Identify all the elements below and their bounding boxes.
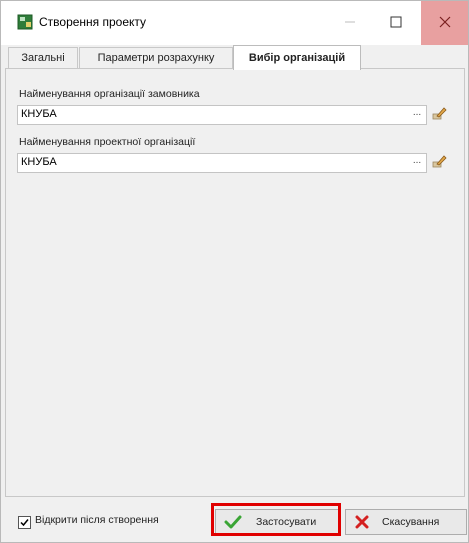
tab-organizations[interactable]: Вибір організацій: [233, 45, 361, 70]
tab-label: Загальні: [21, 52, 65, 64]
highlight-frame: [211, 503, 341, 536]
tab-calculation-params[interactable]: Параметри розрахунку: [79, 47, 233, 68]
close-icon: [439, 16, 451, 31]
app-icon: [17, 14, 33, 30]
cancel-button-label: Скасування: [382, 516, 440, 528]
minimize-button[interactable]: [327, 1, 373, 45]
dialog-window: Створення проекту Загальні Параметри роз…: [0, 0, 469, 543]
customer-org-ellipsis-button[interactable]: ...: [410, 107, 424, 121]
design-org-label: Найменування проектної організації: [19, 136, 196, 148]
tab-strip: Загальні Параметри розрахунку Вибір орга…: [5, 45, 465, 70]
customer-org-value: КНУБА: [21, 108, 57, 120]
cross-icon: [354, 515, 370, 529]
tab-panel: [5, 68, 465, 497]
open-after-checkbox[interactable]: [18, 516, 31, 529]
maximize-icon: [390, 16, 402, 31]
design-org-ellipsis-button[interactable]: ...: [410, 155, 424, 169]
cancel-button[interactable]: Скасування: [345, 509, 467, 535]
checkmark-icon: [19, 517, 30, 528]
customer-org-field[interactable]: КНУБА ...: [17, 105, 427, 125]
customer-org-pick-button[interactable]: [429, 104, 449, 124]
customer-org-label: Найменування організації замовника: [19, 88, 200, 100]
pencil-icon: [431, 153, 447, 172]
close-button[interactable]: [421, 1, 468, 45]
title-bar: Створення проекту: [1, 1, 468, 45]
tab-general[interactable]: Загальні: [8, 47, 78, 68]
tab-label: Параметри розрахунку: [97, 52, 215, 64]
design-org-value: КНУБА: [21, 156, 57, 168]
minimize-icon: [344, 16, 356, 31]
pencil-icon: [431, 105, 447, 124]
open-after-label: Відкрити після створення: [35, 514, 159, 526]
design-org-pick-button[interactable]: [429, 152, 449, 172]
design-org-field[interactable]: КНУБА ...: [17, 153, 427, 173]
maximize-button[interactable]: [373, 1, 419, 45]
tab-label: Вибір організацій: [248, 52, 346, 64]
window-title: Створення проекту: [39, 15, 147, 29]
